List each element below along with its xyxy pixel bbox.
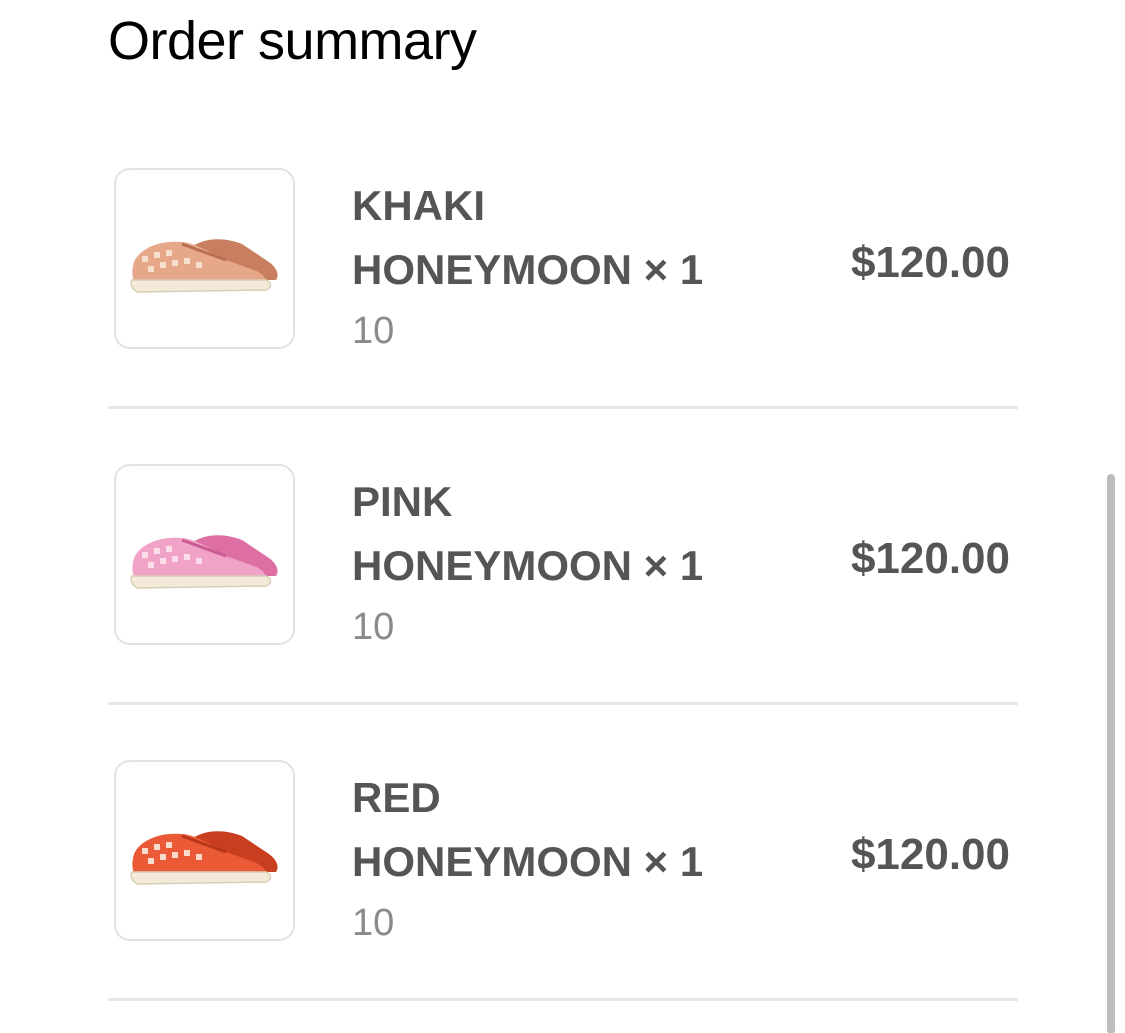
product-size: 10 xyxy=(352,310,395,352)
item-divider xyxy=(108,702,1018,705)
product-name: RED HONEYMOON × 1 xyxy=(352,766,703,894)
product-title-quantity: HONEYMOON × 1 xyxy=(352,246,704,293)
product-color-label: KHAKI xyxy=(352,182,485,229)
red-sneaker-image xyxy=(130,831,278,885)
product-title-quantity: HONEYMOON × 1 xyxy=(352,838,704,885)
item-divider xyxy=(108,406,1018,409)
product-price: $120.00 xyxy=(850,830,1010,879)
product-name: PINK HONEYMOON × 1 xyxy=(352,470,703,598)
khaki-sneaker-image xyxy=(130,239,278,293)
page-title: Order summary xyxy=(108,11,477,71)
product-name: KHAKI HONEYMOON × 1 xyxy=(352,174,703,302)
product-size: 10 xyxy=(352,902,395,944)
order-item: RED HONEYMOON × 1 10 $120.00 xyxy=(108,760,1018,1033)
product-thumbnail xyxy=(114,760,295,941)
pink-sneaker-image xyxy=(130,535,278,589)
product-price: $120.00 xyxy=(850,238,1010,287)
order-summary-page: Order summary KHAKI HONEYMOON × 1 10 $12… xyxy=(0,0,1125,1033)
product-thumbnail xyxy=(114,464,295,645)
order-item: KHAKI HONEYMOON × 1 10 $120.00 xyxy=(108,168,1018,464)
product-size: 10 xyxy=(352,606,395,648)
product-price: $120.00 xyxy=(850,534,1010,583)
product-color-label: PINK xyxy=(352,478,453,525)
product-thumbnail xyxy=(114,168,295,349)
product-title-quantity: HONEYMOON × 1 xyxy=(352,542,704,589)
order-item: PINK HONEYMOON × 1 10 $120.00 xyxy=(108,464,1018,760)
product-color-label: RED xyxy=(352,774,441,821)
item-divider xyxy=(108,998,1018,1001)
scrollbar[interactable] xyxy=(1107,474,1115,1033)
